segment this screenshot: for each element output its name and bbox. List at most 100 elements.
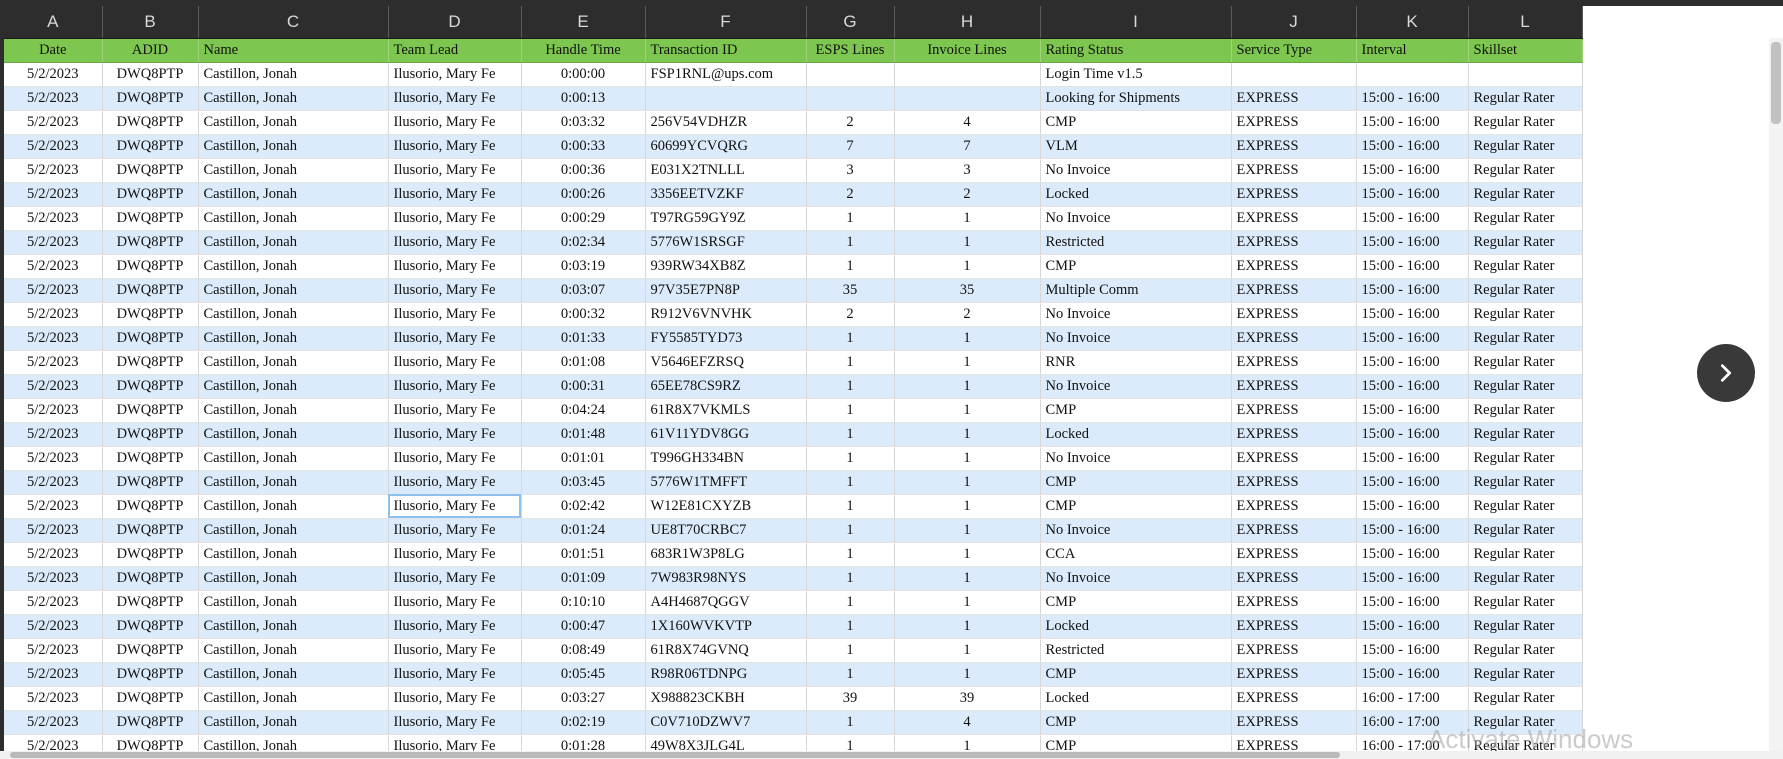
grid-cell[interactable]: No Invoice xyxy=(1040,326,1232,351)
grid-cell[interactable]: Ilusorio, Mary Fe xyxy=(388,662,522,687)
grid-cell[interactable]: Castillon, Jonah xyxy=(198,326,389,351)
grid-cell[interactable]: CMP xyxy=(1040,590,1232,615)
grid-cell[interactable]: EXPRESS xyxy=(1231,662,1357,687)
grid-cell[interactable]: EXPRESS xyxy=(1231,422,1357,447)
grid-cell[interactable]: T97RG59GY9Z xyxy=(645,206,807,231)
column-header-j[interactable]: J xyxy=(1231,6,1357,39)
next-page-button[interactable] xyxy=(1697,344,1755,402)
grid-cell[interactable]: 0:02:19 xyxy=(521,710,646,735)
header-cell-service-type[interactable]: Service Type xyxy=(1231,38,1357,63)
grid-cell[interactable]: DWQ8PTP xyxy=(102,302,199,327)
grid-cell[interactable]: CMP xyxy=(1040,710,1232,735)
grid-cell[interactable]: EXPRESS xyxy=(1231,326,1357,351)
grid-cell[interactable]: Ilusorio, Mary Fe xyxy=(388,182,522,207)
grid-cell[interactable]: EXPRESS xyxy=(1231,398,1357,423)
grid-cell[interactable]: X988823CKBH xyxy=(645,686,807,711)
grid-cell[interactable]: 3 xyxy=(894,158,1041,183)
grid-cell[interactable]: 1 xyxy=(806,398,895,423)
column-header-f[interactable]: F xyxy=(645,6,807,39)
grid-cell[interactable]: 1 xyxy=(894,470,1041,495)
grid-cell[interactable]: DWQ8PTP xyxy=(102,374,199,399)
grid-cell[interactable]: 1 xyxy=(894,326,1041,351)
grid-cell[interactable]: 5/2/2023 xyxy=(4,326,103,351)
grid-cell[interactable]: W12E81CXYZB xyxy=(645,494,807,519)
grid-cell[interactable]: 0:10:10 xyxy=(521,590,646,615)
grid-cell[interactable]: 0:00:32 xyxy=(521,302,646,327)
grid-cell[interactable]: 1 xyxy=(894,374,1041,399)
grid-cell[interactable]: 15:00 - 16:00 xyxy=(1356,638,1469,663)
grid-cell[interactable]: 61R8X7VKMLS xyxy=(645,398,807,423)
header-cell-interval[interactable]: Interval xyxy=(1356,38,1469,63)
grid-cell[interactable]: 1 xyxy=(894,638,1041,663)
grid-cell[interactable]: DWQ8PTP xyxy=(102,62,199,87)
grid-cell[interactable]: Ilusorio, Mary Fe xyxy=(388,614,522,639)
grid-cell[interactable]: 1 xyxy=(806,614,895,639)
grid-cell[interactable]: 15:00 - 16:00 xyxy=(1356,254,1469,279)
grid-cell[interactable]: EXPRESS xyxy=(1231,350,1357,375)
grid-cell[interactable]: Ilusorio, Mary Fe xyxy=(388,230,522,255)
grid-cell[interactable]: UE8T70CRBC7 xyxy=(645,518,807,543)
grid-cell[interactable]: Regular Rater xyxy=(1468,398,1583,423)
grid-cell[interactable]: 0:01:48 xyxy=(521,422,646,447)
data-grid[interactable]: ABCDEFGHIJKL Date ADID Name Team Lead Handle… xyxy=(4,6,1583,759)
grid-cell[interactable]: Restricted xyxy=(1040,230,1232,255)
grid-cell[interactable]: Regular Rater xyxy=(1468,590,1583,615)
grid-cell[interactable]: 1 xyxy=(894,662,1041,687)
header-cell-rating-status[interactable]: Rating Status xyxy=(1040,38,1232,63)
grid-cell[interactable]: Regular Rater xyxy=(1468,518,1583,543)
grid-cell[interactable]: Regular Rater xyxy=(1468,470,1583,495)
grid-cell[interactable]: 5/2/2023 xyxy=(4,86,103,111)
grid-cell[interactable]: CMP xyxy=(1040,662,1232,687)
grid-cell[interactable]: 0:00:26 xyxy=(521,182,646,207)
grid-cell[interactable]: 0:05:45 xyxy=(521,662,646,687)
grid-cell[interactable] xyxy=(1231,62,1357,87)
grid-cell[interactable]: Regular Rater xyxy=(1468,662,1583,687)
grid-cell[interactable]: Ilusorio, Mary Fe xyxy=(388,374,522,399)
grid-cell[interactable]: E031X2TNLLL xyxy=(645,158,807,183)
vertical-scroll-thumb[interactable] xyxy=(1771,42,1781,124)
grid-cell[interactable]: 5/2/2023 xyxy=(4,494,103,519)
grid-cell[interactable]: DWQ8PTP xyxy=(102,662,199,687)
grid-cell[interactable]: 5776W1TMFFT xyxy=(645,470,807,495)
grid-cell[interactable]: Castillon, Jonah xyxy=(198,374,389,399)
grid-cell[interactable]: Ilusorio, Mary Fe xyxy=(388,686,522,711)
grid-cell[interactable]: 0:01:01 xyxy=(521,446,646,471)
grid-cell[interactable]: Multiple Comm xyxy=(1040,278,1232,303)
grid-cell[interactable]: Ilusorio, Mary Fe xyxy=(388,494,522,519)
grid-cell[interactable]: 5/2/2023 xyxy=(4,398,103,423)
grid-cell[interactable]: 1X160WVKVTP xyxy=(645,614,807,639)
grid-cell[interactable]: 1 xyxy=(806,446,895,471)
grid-cell[interactable]: 1 xyxy=(806,374,895,399)
grid-cell[interactable]: EXPRESS xyxy=(1231,542,1357,567)
grid-cell[interactable]: Locked xyxy=(1040,422,1232,447)
grid-cell[interactable]: 0:01:51 xyxy=(521,542,646,567)
grid-cell[interactable]: Castillon, Jonah xyxy=(198,254,389,279)
grid-cell[interactable]: 5/2/2023 xyxy=(4,422,103,447)
grid-cell[interactable]: 5/2/2023 xyxy=(4,686,103,711)
grid-cell[interactable]: No Invoice xyxy=(1040,518,1232,543)
grid-cell[interactable]: 1 xyxy=(806,542,895,567)
grid-cell[interactable]: 2 xyxy=(894,182,1041,207)
grid-cell[interactable]: 15:00 - 16:00 xyxy=(1356,350,1469,375)
grid-cell[interactable]: 1 xyxy=(806,470,895,495)
grid-cell[interactable] xyxy=(645,86,807,111)
grid-cell[interactable]: 61V11YDV8GG xyxy=(645,422,807,447)
grid-cell[interactable]: 2 xyxy=(806,302,895,327)
grid-cell[interactable]: 15:00 - 16:00 xyxy=(1356,230,1469,255)
grid-cell[interactable]: R98R06TDNPG xyxy=(645,662,807,687)
grid-cell[interactable]: 2 xyxy=(806,182,895,207)
grid-cell[interactable]: Castillon, Jonah xyxy=(198,86,389,111)
grid-cell[interactable]: Ilusorio, Mary Fe xyxy=(388,590,522,615)
grid-cell[interactable]: EXPRESS xyxy=(1231,158,1357,183)
grid-cell[interactable]: 5/2/2023 xyxy=(4,518,103,543)
grid-cell[interactable]: 7W983R98NYS xyxy=(645,566,807,591)
grid-cell[interactable]: 15:00 - 16:00 xyxy=(1356,158,1469,183)
grid-cell[interactable]: 0:00:29 xyxy=(521,206,646,231)
grid-cell[interactable]: 1 xyxy=(894,350,1041,375)
grid-cell[interactable]: 1 xyxy=(894,614,1041,639)
grid-cell[interactable]: EXPRESS xyxy=(1231,590,1357,615)
spreadsheet[interactable]: ABCDEFGHIJKL Date ADID Name Team Lead Handle… xyxy=(0,0,1783,759)
grid-cell[interactable]: DWQ8PTP xyxy=(102,494,199,519)
grid-cell[interactable]: DWQ8PTP xyxy=(102,86,199,111)
grid-cell[interactable]: DWQ8PTP xyxy=(102,470,199,495)
